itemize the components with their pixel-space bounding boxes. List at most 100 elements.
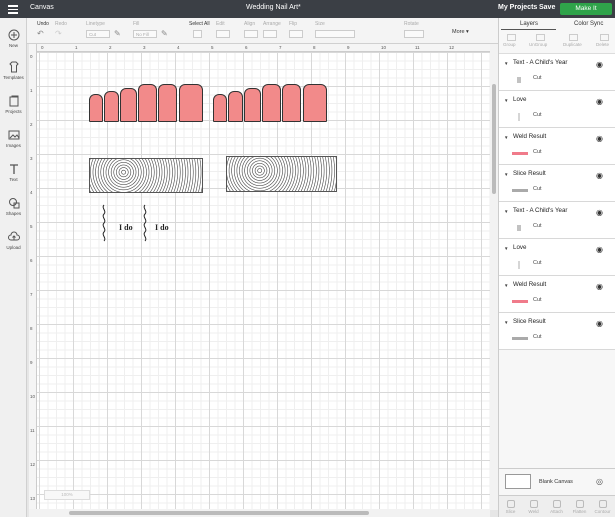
layer-row[interactable]: ▼ Weld Result ◉ Cut [499,128,615,165]
undo-icon[interactable]: ↶ [37,30,44,38]
flatten-button[interactable]: Flatten [568,500,591,514]
horizontal-scroll-thumb[interactable] [69,511,369,515]
attach-button[interactable]: Attach [545,500,568,514]
layer-row[interactable]: ▼ Text - A Child's Year ◉ Cut [499,54,615,91]
nail-shape[interactable] [89,94,103,122]
layer-operation[interactable]: Cut [533,149,542,155]
layer-row[interactable]: ▼ Love ◉ Cut [499,91,615,128]
expand-caret-icon[interactable]: ▼ [504,283,508,288]
group-button[interactable]: Group [503,42,516,47]
nail-shape[interactable] [228,91,243,122]
nail-shape[interactable] [179,84,203,122]
canvas-label: Canvas [30,4,54,11]
fill-select[interactable]: No Fill [133,30,157,38]
expand-caret-icon[interactable]: ▼ [504,320,508,325]
layer-row[interactable]: ▼ Weld Result ◉ Cut [499,276,615,313]
save-button[interactable]: Save [539,4,555,11]
nail-shape[interactable] [138,84,157,122]
more-button[interactable]: More ▾ [452,29,469,35]
sidebar-item-images[interactable]: Images [0,129,27,148]
redo-label[interactable]: Redo [55,21,67,27]
select-all-label[interactable]: Select All [189,21,210,27]
eye-icon[interactable]: ◉ [596,97,603,106]
lace-pattern-group[interactable] [226,156,337,192]
sidebar-item-shapes[interactable]: Shapes [0,197,27,216]
undo-label[interactable]: Undo [37,21,49,27]
rotate-field[interactable] [404,30,424,38]
nail-shape[interactable] [262,84,281,122]
eye-icon[interactable]: ◉ [596,245,603,254]
hamburger-menu-icon[interactable] [8,5,18,14]
arrange-dropdown[interactable] [263,30,277,38]
contour-button[interactable]: Contour [591,500,614,514]
ungroup-button[interactable]: UnGroup [529,42,547,47]
weld-button[interactable]: Weld [522,500,545,514]
vertical-scroll-thumb[interactable] [492,84,496,194]
expand-caret-icon[interactable]: ▼ [504,172,508,177]
lace-pattern-group[interactable] [89,158,203,193]
expand-caret-icon[interactable]: ▼ [504,98,508,103]
zoom-control[interactable]: 100% [44,490,90,500]
layer-operation[interactable]: Cut [533,334,542,340]
vertical-scrollbar[interactable] [490,44,498,510]
slice-button[interactable]: Slice [499,500,522,514]
nail-shape[interactable] [303,84,327,122]
nail-shape[interactable] [104,91,119,122]
layer-operation[interactable]: Cut [533,223,542,229]
align-dropdown[interactable] [244,30,258,38]
flip-dropdown[interactable] [289,30,303,38]
nail-shape[interactable] [282,84,301,122]
layer-operation[interactable]: Cut [533,112,542,118]
layer-operation[interactable]: Cut [533,75,542,81]
delete-button[interactable]: Delete [596,42,609,47]
eye-hidden-icon[interactable]: ◎ [596,477,603,486]
sidebar-item-upload[interactable]: Upload [0,231,27,250]
eye-icon[interactable]: ◉ [596,282,603,291]
layer-row[interactable]: ▼ Text - A Child's Year ◉ Cut [499,202,615,239]
nail-shape[interactable] [244,88,261,122]
delete-icon[interactable] [600,34,609,41]
layer-operation[interactable]: Cut [533,260,542,266]
eye-icon[interactable]: ◉ [596,319,603,328]
blank-canvas-swatch[interactable] [505,474,531,489]
sidebar-item-text[interactable]: Text [0,163,27,182]
sidebar-item-new[interactable]: New [0,29,27,48]
duplicate-icon[interactable] [569,34,578,41]
select-all-icon[interactable] [193,30,202,38]
expand-caret-icon[interactable]: ▼ [504,209,508,214]
layer-row[interactable]: ▼ Love ◉ Cut [499,239,615,276]
eye-icon[interactable]: ◉ [596,134,603,143]
eye-icon[interactable]: ◉ [596,208,603,217]
layer-row[interactable]: ▼ Slice Result ◉ Cut [499,165,615,202]
nail-shape[interactable] [120,88,137,122]
sidebar-item-templates[interactable]: Templates [0,61,27,80]
my-projects-link[interactable]: My Projects [498,4,537,11]
fill-pen-icon[interactable]: ✎ [161,30,168,38]
expand-caret-icon[interactable]: ▼ [504,135,508,140]
horizontal-scrollbar[interactable] [29,509,490,517]
eye-icon[interactable]: ◉ [596,171,603,180]
edit-dropdown[interactable] [216,30,230,38]
ungroup-icon[interactable] [536,34,545,41]
tab-color-sync[interactable]: Color Sync [574,21,603,27]
size-fields[interactable] [315,30,355,38]
sidebar-item-projects[interactable]: Projects [0,95,27,114]
duplicate-button[interactable]: Duplicate [563,42,582,47]
layer-operation[interactable]: Cut [533,297,542,303]
make-it-button[interactable]: Make It [560,3,612,15]
nail-shape[interactable] [158,84,177,122]
flatten-label: Flatten [572,509,587,514]
group-icon[interactable] [507,34,516,41]
nail-shape[interactable] [213,94,227,122]
layer-operation[interactable]: Cut [533,186,542,192]
eye-icon[interactable]: ◉ [596,60,603,69]
weld-thumb-icon [512,300,528,303]
linetype-select[interactable]: Cut [86,30,110,38]
blank-canvas-row[interactable]: Blank Canvas ◎ [499,468,615,492]
redo-icon[interactable]: ↷ [55,30,62,38]
expand-caret-icon[interactable]: ▼ [504,246,508,251]
tab-layers[interactable]: Layers [520,21,538,27]
expand-caret-icon[interactable]: ▼ [504,61,508,66]
layer-row[interactable]: ▼ Slice Result ◉ Cut [499,313,615,350]
pen-icon[interactable]: ✎ [114,30,121,38]
